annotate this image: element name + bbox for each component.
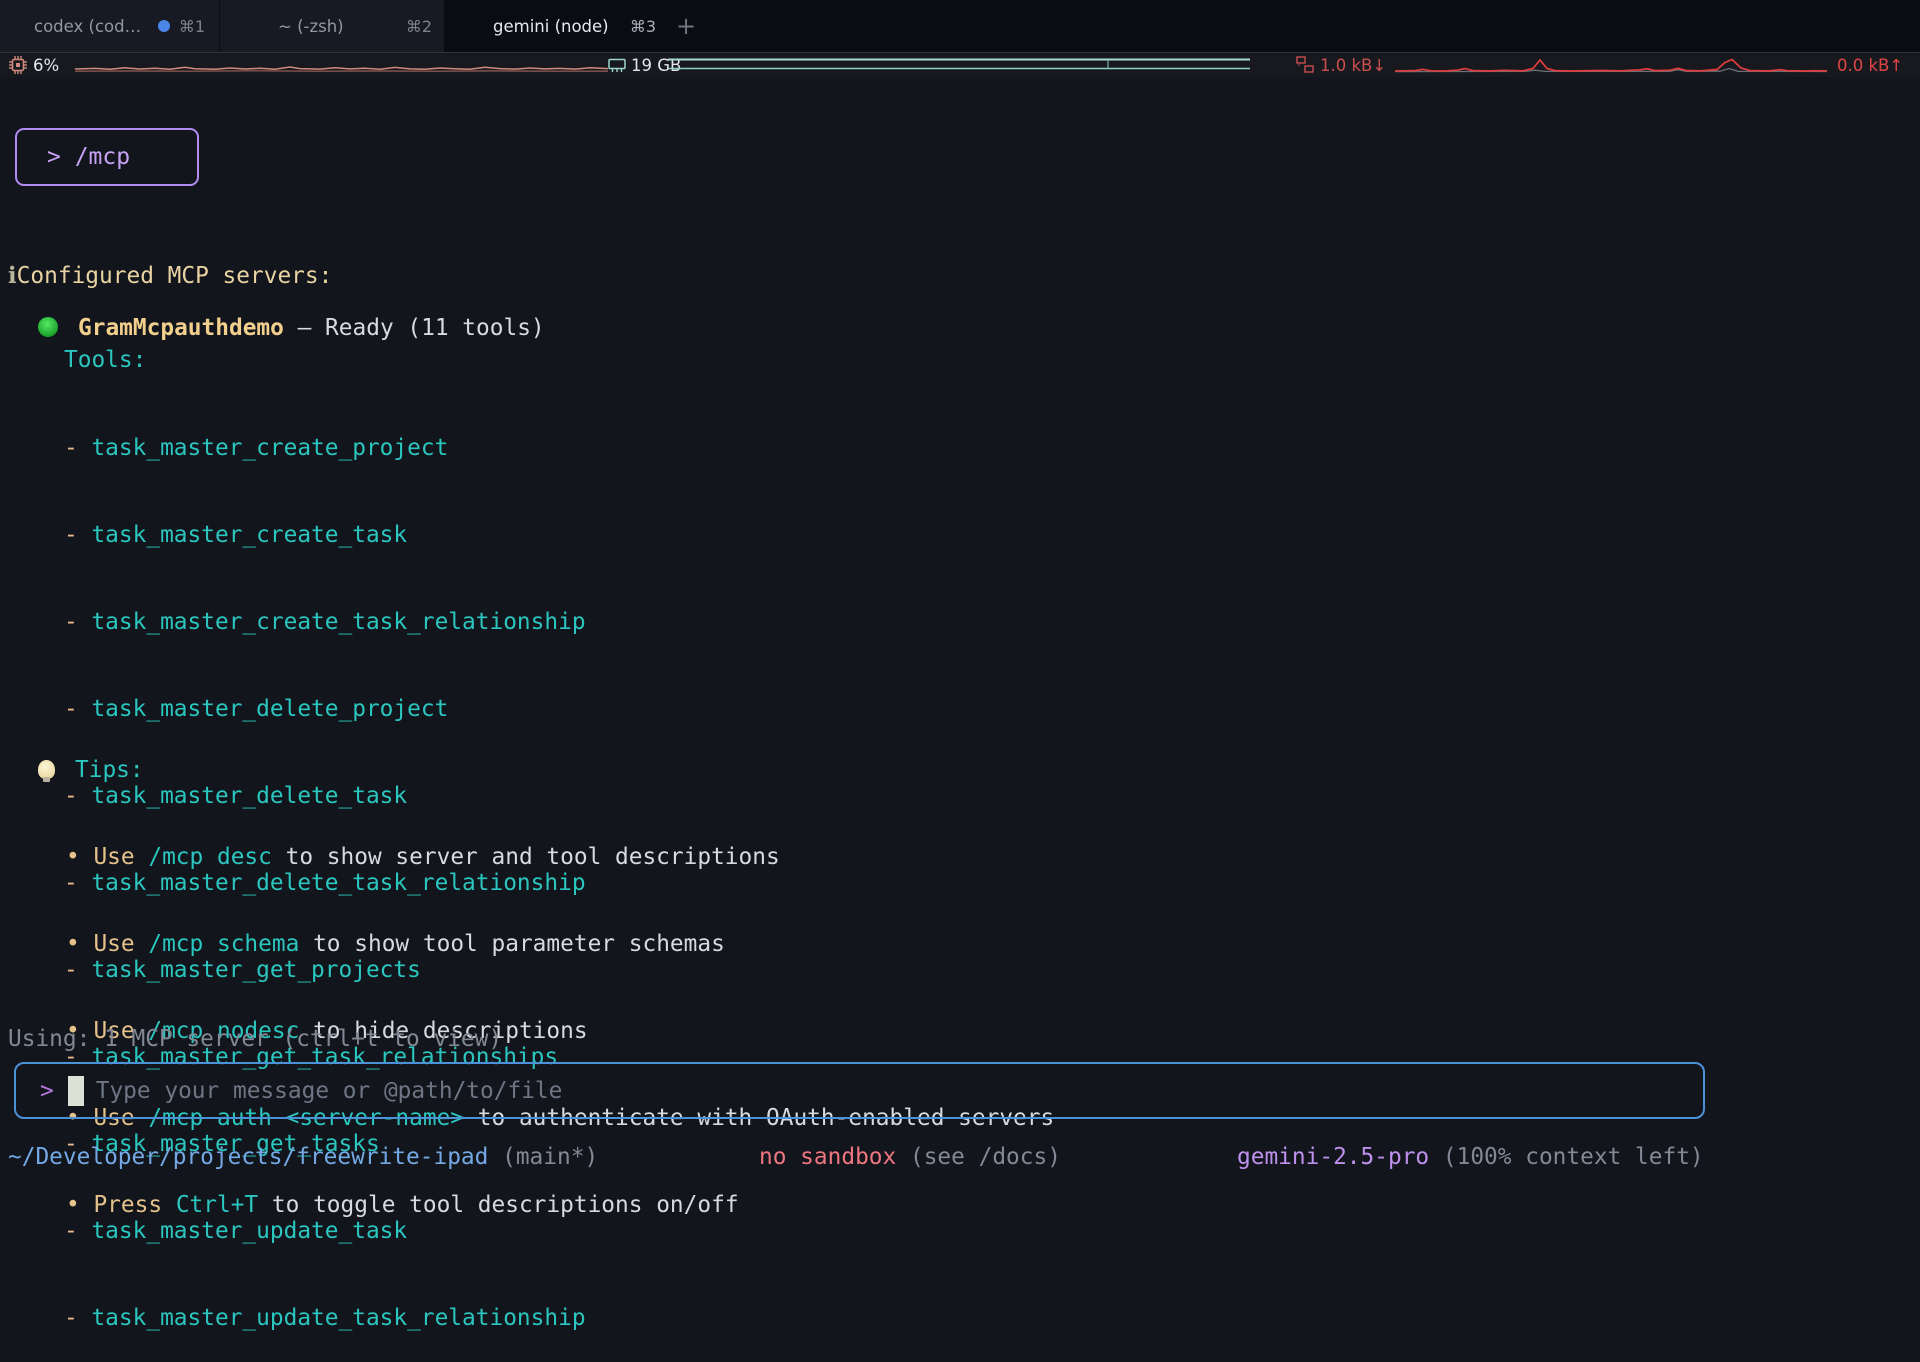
tool-name: task_master_update_task_relationship <box>91 1305 585 1331</box>
tips-list: • Use /mcp desc to show server and tool … <box>66 785 1054 1249</box>
tab-zsh[interactable]: ~ (-zsh) ⌘2 <box>220 0 445 52</box>
server-name: GramMcpauthdemo <box>78 315 284 341</box>
tool-name: task_master_create_project <box>91 435 448 461</box>
cpu-stat[interactable]: 6% <box>8 53 59 77</box>
info-icon: ℹ <box>8 263 17 289</box>
tips-heading-text: Tips: <box>75 757 144 783</box>
tab-codex[interactable]: codex (codex-aar... ⌘1 <box>0 0 220 52</box>
tools-label: Tools: <box>64 346 146 375</box>
mcp-servers-heading: ℹConfigured MCP servers: <box>8 262 332 291</box>
tool-bullet: - <box>64 435 91 461</box>
tab-codex-label: codex (codex-aar... <box>34 17 149 36</box>
tip-prefix: • Press <box>66 1192 176 1218</box>
server-status: — Ready (11 tools) <box>284 315 545 341</box>
text-cursor <box>68 1076 84 1106</box>
footer-sandbox-group: no sandbox (see /docs) <box>759 1143 1061 1172</box>
using-mcp-status-line: Using: 1 MCP server (ctrl+t to view) <box>8 1025 502 1054</box>
context-remaining: (100% context left) <box>1429 1144 1704 1170</box>
tool-name: task_master_create_task <box>91 522 407 548</box>
input-prompt: > <box>40 1078 54 1104</box>
tip-command: /mcp schema <box>148 931 299 957</box>
tool-item: - task_master_update_task_relationship <box>64 1304 586 1333</box>
tip-prefix: • Use <box>66 931 148 957</box>
tip-item: • Use /mcp schema to show tool parameter… <box>66 930 1054 959</box>
memory-ram-icon <box>608 55 626 75</box>
tab-gemini-label: gemini (node) <box>493 17 609 36</box>
sandbox-note: (see /docs) <box>896 1144 1061 1170</box>
cpu-usage-graph <box>75 56 608 75</box>
command-echo-text: > /mcp <box>47 144 130 170</box>
mcp-servers-heading-text: Configured MCP servers: <box>17 263 333 289</box>
tip-item: • Use /mcp desc to show server and tool … <box>66 843 1054 872</box>
system-status-bar: 6% 19 GB 1.0 kB↓ 0.0 kB↑ <box>0 52 1920 77</box>
tool-bullet: - <box>64 522 91 548</box>
tool-bullet: - <box>64 696 91 722</box>
activity-dot-icon <box>158 20 170 32</box>
footer-path-group: ~/Developer/projects/freewrite-ipad (mai… <box>8 1143 598 1172</box>
tip-command: /mcp desc <box>148 844 272 870</box>
message-input[interactable]: > Type your message or @path/to/file <box>14 1062 1705 1119</box>
footer-model-group: gemini-2.5-pro (100% context left) <box>1237 1143 1704 1172</box>
sandbox-status: no sandbox <box>759 1144 896 1170</box>
tab-gemini[interactable]: gemini (node) ⌘3 <box>445 0 672 52</box>
tips-heading: Tips: <box>38 756 144 785</box>
mcp-server-row: GramMcpauthdemo — Ready (11 tools) <box>38 314 545 343</box>
input-placeholder: Type your message or @path/to/file <box>96 1078 563 1104</box>
command-echo-box: > /mcp <box>15 128 199 186</box>
working-directory: ~/Developer/projects/freewrite-ipad <box>8 1144 488 1170</box>
network-down-value: 1.0 kB↓ <box>1320 56 1386 75</box>
memory-usage-graph <box>668 56 1250 74</box>
tip-rest: to show tool parameter schemas <box>299 931 724 957</box>
lightbulb-icon <box>38 760 55 779</box>
tool-bullet: - <box>64 1305 91 1331</box>
tip-item: • Press Ctrl+T to toggle tool descriptio… <box>66 1191 1054 1220</box>
tip-command: Ctrl+T <box>176 1192 258 1218</box>
tool-item: - task_master_create_task <box>64 521 586 550</box>
tip-prefix: • Use <box>66 844 148 870</box>
cpu-percent-value: 6% <box>33 56 59 75</box>
tool-bullet: - <box>64 609 91 635</box>
tool-name: task_master_create_task_relationship <box>91 609 585 635</box>
tab-gemini-shortcut: ⌘3 <box>630 17 656 36</box>
tab-zsh-label: ~ (-zsh) <box>278 17 344 36</box>
tab-codex-shortcut: ⌘1 <box>179 17 205 36</box>
network-download-graph <box>1395 56 1827 75</box>
network-icon <box>1295 55 1315 75</box>
tip-rest: to show server and tool descriptions <box>272 844 780 870</box>
cpu-chip-icon <box>8 55 28 75</box>
server-ready-dot-icon <box>38 317 58 337</box>
new-tab-button[interactable]: + <box>676 0 696 52</box>
git-branch: (main*) <box>488 1144 598 1170</box>
tip-rest: to toggle tool descriptions on/off <box>258 1192 738 1218</box>
tool-item: - task_master_create_project <box>64 434 586 463</box>
network-up-value: 0.0 kB↑ <box>1837 56 1903 75</box>
tool-name: task_master_delete_project <box>91 696 448 722</box>
tool-item: - task_master_create_task_relationship <box>64 608 586 637</box>
tool-item: - task_master_delete_project <box>64 695 586 724</box>
network-up-stat[interactable]: 0.0 kB↑ <box>1837 53 1903 77</box>
tab-zsh-shortcut: ⌘2 <box>406 17 432 36</box>
network-stat[interactable]: 1.0 kB↓ <box>1295 53 1386 77</box>
tab-bar: codex (codex-aar... ⌘1 ~ (-zsh) ⌘2 gemini … <box>0 0 1920 52</box>
model-name: gemini-2.5-pro <box>1237 1144 1429 1170</box>
